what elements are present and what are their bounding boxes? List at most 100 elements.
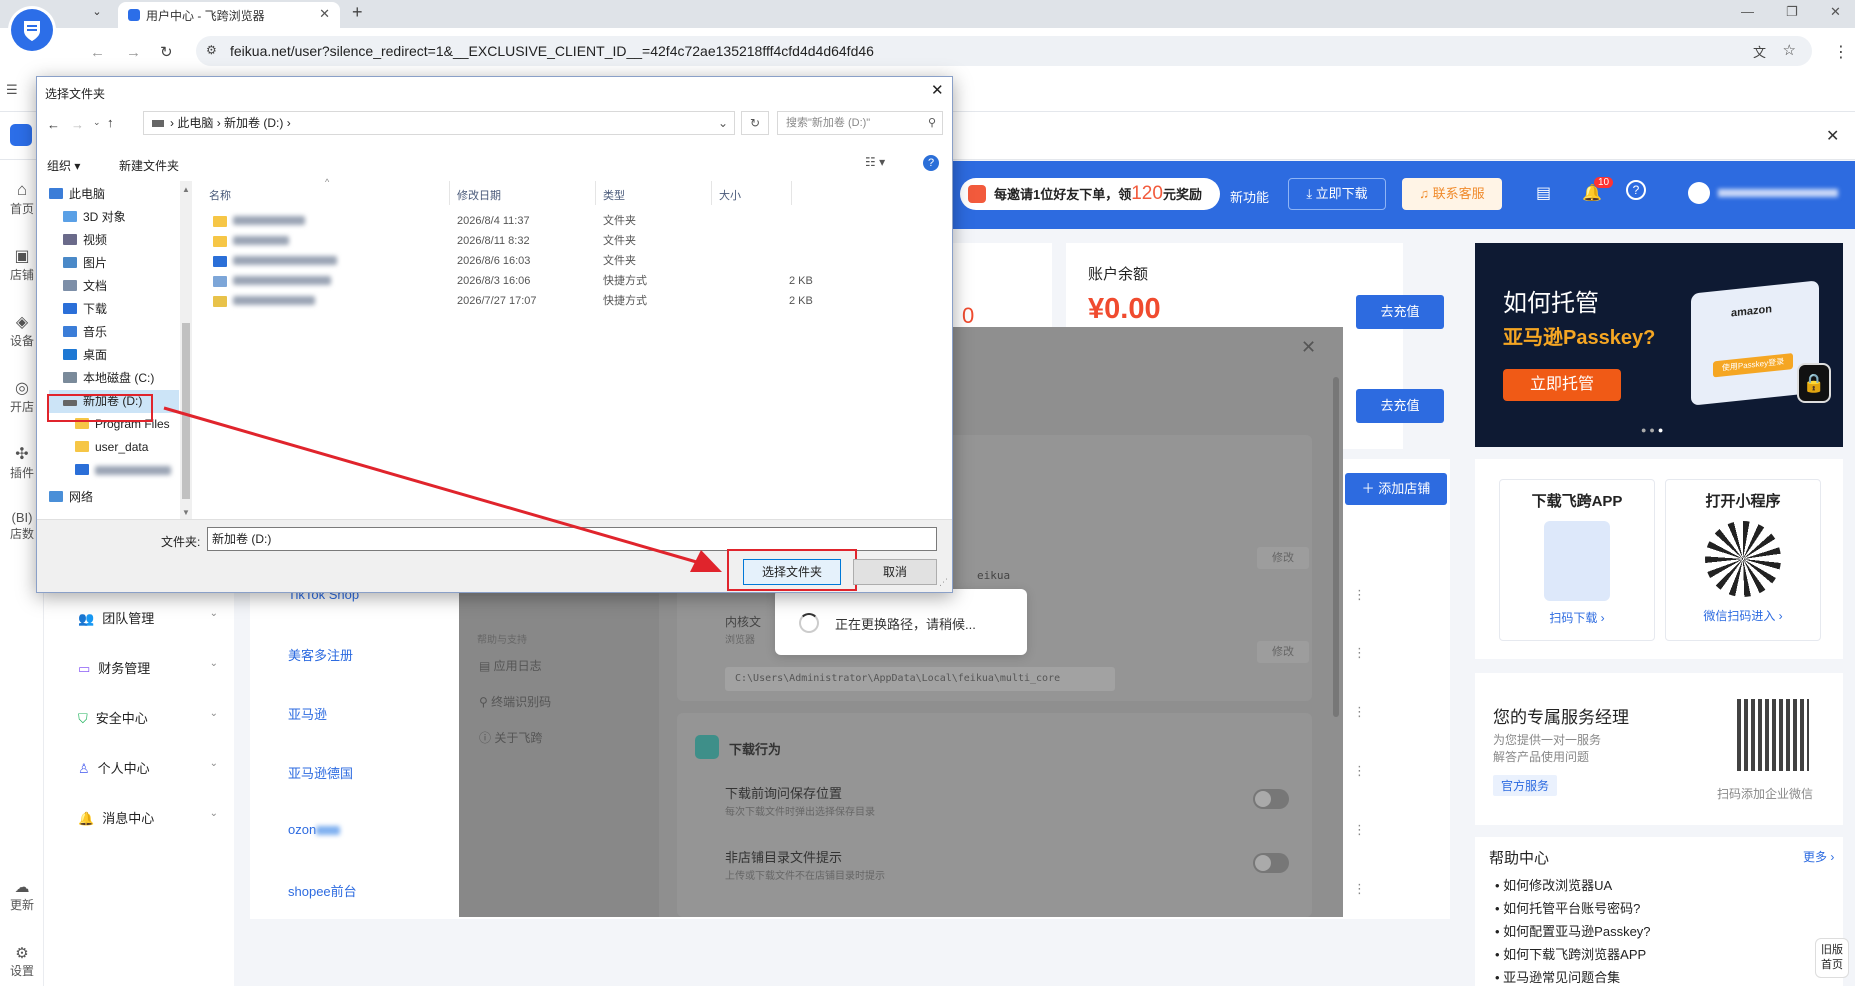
dialog-back-icon[interactable]: ←: [47, 117, 60, 132]
edit-kernel-button[interactable]: 修改: [1257, 641, 1309, 663]
recharge-button-2[interactable]: 去充值: [1356, 389, 1444, 423]
menu-item-messages[interactable]: 🔔 消息中心 ⌄: [78, 808, 218, 827]
dialog-close-icon[interactable]: ✕: [931, 81, 944, 99]
tree-item-3d[interactable]: 3D 对象: [49, 206, 179, 229]
edit-path-button[interactable]: 修改: [1257, 547, 1309, 569]
reload-icon[interactable]: ↻: [160, 43, 173, 61]
store-item[interactable]: ozon: [288, 822, 341, 837]
tree-item-this-pc[interactable]: 此电脑: [49, 183, 179, 206]
store-item[interactable]: shopee前台: [288, 881, 357, 900]
site-info-icon[interactable]: ⚙: [206, 43, 217, 57]
column-header-date[interactable]: 修改日期: [457, 187, 501, 203]
cancel-button[interactable]: 取消: [853, 559, 937, 585]
dialog-up-icon[interactable]: ↑: [107, 115, 114, 130]
back-icon[interactable]: ←: [90, 44, 105, 61]
column-header-size[interactable]: 大小: [719, 187, 741, 203]
help-item[interactable]: • 如何托管平台账号密码?: [1495, 898, 1640, 917]
row-more-icon[interactable]: ⋮: [1353, 704, 1366, 720]
column-header-name[interactable]: 名称: [209, 187, 231, 203]
settings-scrollbar[interactable]: [1333, 377, 1339, 717]
tree-item-music[interactable]: 音乐: [49, 321, 179, 344]
dialog-help-icon[interactable]: ?: [923, 155, 939, 171]
store-item[interactable]: 亚马逊: [288, 704, 327, 723]
bookmark-star-icon[interactable]: ☆: [1783, 41, 1796, 59]
add-store-button[interactable]: ＋ 添加店铺: [1345, 473, 1447, 505]
help-item[interactable]: • 如何配置亚马逊Passkey?: [1495, 921, 1651, 940]
official-service-tag[interactable]: 官方服务: [1493, 775, 1558, 796]
help-item[interactable]: • 如何修改浏览器UA: [1495, 875, 1612, 894]
passkey-banner[interactable]: 如何托管 亚马逊Passkey? 立即托管 amazon 使用Passkey登录…: [1475, 243, 1843, 447]
new-folder-button[interactable]: 新建文件夹: [119, 157, 179, 174]
menu-item-security[interactable]: ⛉ 安全中心 ⌄: [78, 708, 218, 727]
row-more-icon[interactable]: ⋮: [1353, 881, 1366, 897]
url-text[interactable]: feikua.net/user?silence_redirect=1&__EXC…: [230, 43, 874, 59]
carousel-dots[interactable]: ●●●: [1641, 425, 1666, 435]
non-store-dir-toggle[interactable]: [1253, 853, 1289, 873]
close-window-icon[interactable]: ✕: [1830, 4, 1841, 20]
new-tab-button[interactable]: +: [352, 2, 363, 23]
download-button[interactable]: ⤓ 立即下载: [1288, 178, 1386, 210]
dialog-refresh-icon[interactable]: ↻: [741, 111, 769, 135]
dialog-breadcrumb[interactable]: › 此电脑 › 新加卷 (D:) › ⌄: [143, 111, 735, 135]
nav-settings[interactable]: ⚙ 设置: [0, 944, 44, 979]
nav-update[interactable]: ☁ 更新: [0, 878, 44, 913]
tree-item-pictures[interactable]: 图片: [49, 252, 179, 275]
view-options-icon[interactable]: ☷ ▾: [865, 155, 885, 169]
browser-tab[interactable]: 用户中心 - 飞跨浏览器 ✕: [118, 2, 340, 28]
row-more-icon[interactable]: ⋮: [1353, 587, 1366, 603]
mini-program-box[interactable]: 打开小程序 微信扫码进入 ›: [1665, 479, 1821, 641]
address-bar[interactable]: ⚙ feikua.net/user?silence_redirect=1&__E…: [196, 36, 1812, 66]
maximize-icon[interactable]: ❐: [1786, 4, 1798, 20]
row-more-icon[interactable]: ⋮: [1353, 822, 1366, 838]
tab-close-icon[interactable]: ✕: [319, 6, 330, 22]
tree-item-user-data[interactable]: user_data: [49, 436, 179, 459]
dialog-recent-icon[interactable]: ⌄: [93, 117, 101, 128]
file-row[interactable]: 2026/7/27 17:07 快捷方式 2 KB: [213, 291, 1013, 311]
recharge-button[interactable]: 去充值: [1356, 295, 1444, 329]
tree-item-blurred[interactable]: [49, 459, 179, 482]
tree-item-downloads[interactable]: 下载: [49, 298, 179, 321]
menu-item-personal[interactable]: ♙ 个人中心 ⌄: [78, 758, 218, 777]
organize-button[interactable]: 组织 ▾: [47, 157, 80, 174]
banner-cta-button[interactable]: 立即托管: [1503, 369, 1621, 401]
row-more-icon[interactable]: ⋮: [1353, 763, 1366, 779]
settings-nav-terminal[interactable]: ⚲ 终端识别码: [479, 693, 551, 710]
menu-dots-icon[interactable]: ⋮: [1833, 42, 1849, 62]
file-row[interactable]: 2026/8/3 16:06 快捷方式 2 KB: [213, 271, 1013, 291]
kernel-path-field[interactable]: C:\Users\Administrator\AppData\Local\fei…: [725, 667, 1115, 691]
breadcrumb-dropdown-icon[interactable]: ⌄: [718, 112, 728, 134]
menu-item-finance[interactable]: ▭ 财务管理 ⌄: [78, 658, 218, 677]
document-icon[interactable]: ▤: [1536, 183, 1551, 203]
file-row[interactable]: 2026/8/11 8:32 文件夹: [213, 231, 1013, 251]
help-item[interactable]: • 亚马逊常见问题合集: [1495, 967, 1620, 986]
contact-button[interactable]: ♫ 联系客服: [1402, 178, 1502, 210]
settings-nav-logs[interactable]: ▤ 应用日志: [479, 657, 542, 674]
store-item[interactable]: 亚马逊德国: [288, 763, 353, 782]
help-circle-icon[interactable]: ?: [1626, 180, 1646, 200]
tree-item-drive-c[interactable]: 本地磁盘 (C:): [49, 367, 179, 390]
file-row[interactable]: 2026/8/6 16:03 文件夹: [213, 251, 1013, 271]
tree-item-network[interactable]: 网络: [49, 486, 179, 509]
column-header-type[interactable]: 类型: [603, 187, 625, 203]
settings-close-icon[interactable]: ✕: [1301, 337, 1316, 358]
app-close-icon[interactable]: ✕: [1826, 126, 1839, 146]
store-item[interactable]: 美客多注册: [288, 645, 353, 664]
translate-icon[interactable]: 文: [1753, 42, 1766, 61]
row-more-icon[interactable]: ⋮: [1353, 645, 1366, 661]
menu-item-team[interactable]: 👥 团队管理 ⌄: [78, 608, 218, 627]
help-more-link[interactable]: 更多 ›: [1803, 848, 1834, 865]
tree-item-desktop[interactable]: 桌面: [49, 344, 179, 367]
tree-item-documents[interactable]: 文档: [49, 275, 179, 298]
settings-nav-about[interactable]: ⓘ 关于飞跨: [479, 729, 542, 746]
promo-pill[interactable]: 每邀请1位好友下单，领120元奖励: [960, 178, 1220, 210]
help-item[interactable]: • 如何下载飞跨浏览器APP: [1495, 944, 1646, 963]
dialog-search-input[interactable]: 搜索"新加卷 (D:)" ⚲: [777, 111, 943, 135]
avatar[interactable]: [1688, 182, 1710, 204]
tab-list-button[interactable]: ⌄: [86, 5, 108, 23]
wechat-scan-link[interactable]: 微信扫码进入 ›: [1666, 607, 1820, 624]
file-row[interactable]: 2026/8/4 11:37 文件夹: [213, 211, 1013, 231]
forward-icon[interactable]: →: [126, 44, 141, 61]
minimize-icon[interactable]: —: [1741, 4, 1754, 19]
download-app-box[interactable]: 下载飞跨APP 扫码下载 ›: [1499, 479, 1655, 641]
scan-download-link[interactable]: 扫码下载 ›: [1500, 609, 1654, 626]
